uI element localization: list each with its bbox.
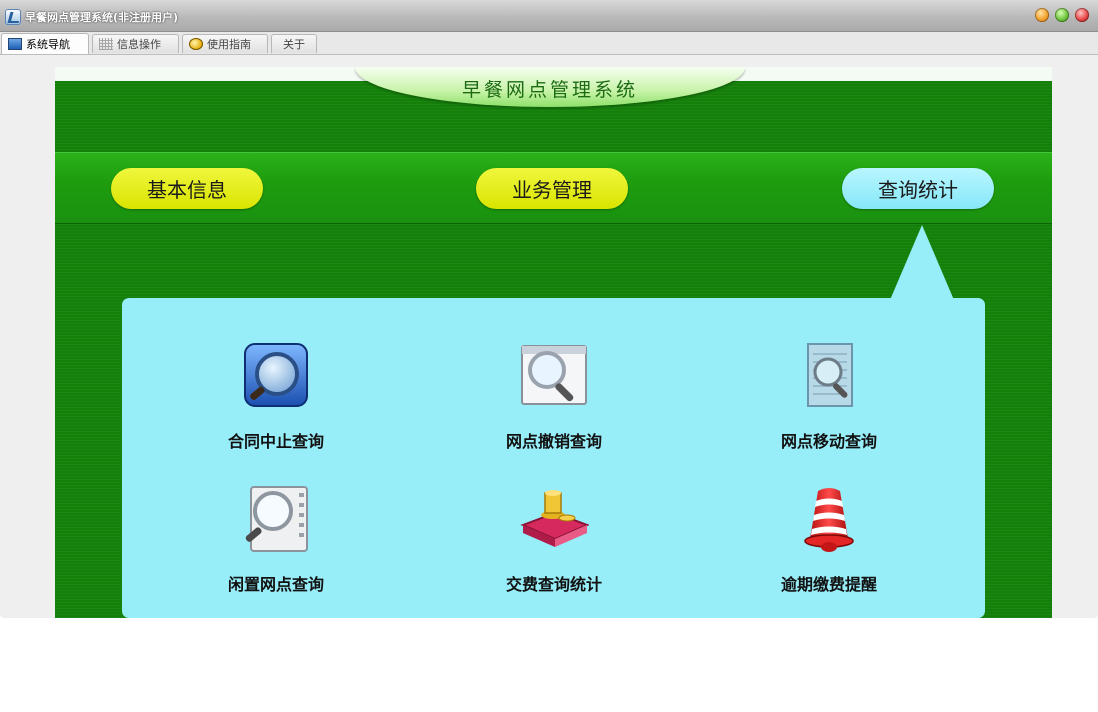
item-label: 交费查询统计 (505, 575, 602, 594)
blue-magnifier-icon (244, 343, 308, 407)
window-magnifier-icon (521, 345, 587, 405)
tab-system-navigation[interactable]: 系统导航 (1, 33, 89, 54)
grid-icon (99, 38, 113, 50)
app-logo-icon (5, 9, 21, 25)
tab-label: 信息操作 (117, 38, 161, 51)
item-label: 闲置网点查询 (227, 575, 324, 594)
app-window: 早餐网点管理系统(非注册用户) 系统导航 信息操作 使用指南 关于 早餐网点管理… (0, 0, 1098, 618)
nav-label: 查询统计 (878, 178, 958, 202)
panel-pointer (890, 225, 954, 300)
money-book-icon (520, 490, 589, 547)
page-title: 早餐网点管理系统 (461, 79, 638, 101)
close-button[interactable] (1075, 8, 1089, 22)
contract-terminate-query-button[interactable]: 合同中止查询 (166, 342, 386, 452)
alarm-bell-icon (804, 488, 854, 552)
idle-outlet-query-button[interactable]: 闲置网点查询 (166, 485, 386, 595)
tab-about[interactable]: 关于 (271, 34, 317, 53)
help-icon (189, 38, 203, 50)
item-label: 合同中止查询 (227, 432, 324, 451)
nav-label: 业务管理 (512, 178, 592, 202)
query-panel: 合同中止查询 网点撤销查询 网点移动查询 闲置网点查询 交费查询统计 逾期缴费提… (122, 298, 985, 618)
item-label: 网点移动查询 (780, 432, 877, 451)
tab-label: 系统导航 (26, 38, 70, 51)
film-magnifier-icon (245, 486, 308, 552)
item-label: 网点撤销查询 (505, 432, 602, 451)
nav-query-statistics-button[interactable]: 查询统计 (842, 168, 994, 209)
nav-band: 基本信息 业务管理 查询统计 (55, 152, 1052, 224)
maximize-button[interactable] (1055, 8, 1069, 22)
tab-bar: 系统导航 信息操作 使用指南 关于 (0, 32, 1098, 55)
main-stage: 早餐网点管理系统 基本信息 业务管理 查询统计 合同中止查询 网点撤销查询 网点… (55, 67, 1052, 618)
minimize-button[interactable] (1035, 8, 1049, 22)
outlet-move-query-button[interactable]: 网点移动查询 (719, 342, 939, 452)
outlet-revoke-query-button[interactable]: 网点撤销查询 (444, 342, 664, 452)
tab-user-guide[interactable]: 使用指南 (182, 34, 268, 53)
tab-info-operation[interactable]: 信息操作 (92, 34, 179, 53)
tab-label: 使用指南 (207, 38, 251, 51)
nav-basic-info-button[interactable]: 基本信息 (111, 168, 263, 209)
nav-business-management-button[interactable]: 业务管理 (476, 168, 628, 209)
window-title: 早餐网点管理系统(非注册用户) (25, 11, 179, 24)
fee-query-statistics-button[interactable]: 交费查询统计 (444, 485, 664, 595)
item-label: 逾期缴费提醒 (780, 575, 877, 594)
tab-label: 关于 (283, 38, 305, 51)
nav-label: 基本信息 (147, 178, 227, 202)
overdue-payment-reminder-button[interactable]: 逾期缴费提醒 (719, 485, 939, 595)
monitor-icon (8, 38, 22, 50)
title-bar[interactable]: 早餐网点管理系统(非注册用户) (0, 0, 1098, 32)
document-magnifier-icon (807, 343, 853, 407)
